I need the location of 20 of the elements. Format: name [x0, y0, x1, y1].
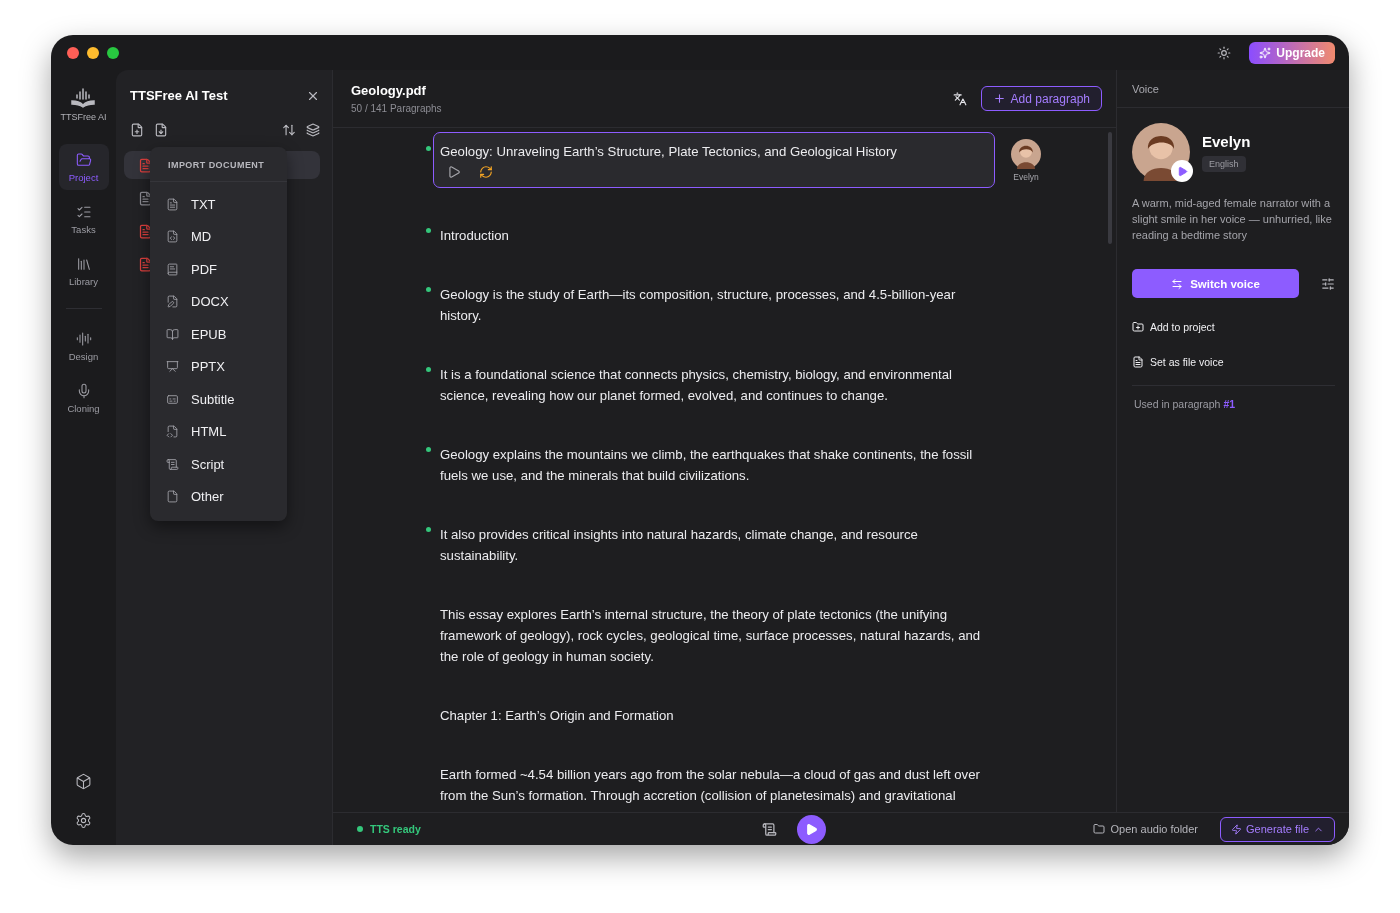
- paragraph-text: Introduction: [440, 227, 510, 245]
- menu-heading: IMPORT DOCUMENT: [150, 147, 287, 182]
- voice-name: Evelyn: [1202, 133, 1251, 150]
- paragraph-text: Chapter 1: Earth’s Origin and Formation: [440, 707, 675, 725]
- project-title: TTSFree AI Test: [130, 88, 228, 103]
- document-title: Geology.pdf: [351, 83, 427, 98]
- paragraph-text: Geology explains the mountains we climb, the earthquakes that shake continents, the fossil fuels we use, and the minerals that build civilizations.: [440, 446, 974, 485]
- paragraph-text: It is a foundational science that connects physics, chemistry, biology, and environmental science, revealing how our planet formed, evolved, and continues to change.: [440, 366, 953, 405]
- voice-name: Evelyn: [1013, 172, 1039, 182]
- paragraph-text: This essay explores Earth’s internal structure, the theory of plate tectonics (the unifying framework of geology), rock cycles, geological time, surface processes, natural hazards, and the role of geology in human society.: [440, 606, 982, 666]
- panel-heading: Voice: [1117, 70, 1349, 108]
- paragraph-text: It also provides critical insights into natural hazards, climate change, and resource sustainability.: [440, 526, 919, 565]
- paragraph-count: 50 / 141 Paragraphs: [351, 103, 442, 114]
- paragraph-text: Geology: Unraveling Earth’s Structure, Plate Tectonics, and Geological History: [440, 143, 898, 161]
- language-tag: English: [1202, 156, 1246, 172]
- logo-text: TTSFree AI: [60, 112, 107, 122]
- voice-description: A warm, mid-aged female narrator with a slight smile in her voice — unhurried, like reading a bedtime story: [1132, 196, 1333, 243]
- tts-status: TTS ready: [357, 823, 421, 835]
- usage-label: Used in paragraph: [1134, 398, 1221, 410]
- paragraph-text: Geology is the study of Earth—its composition, structure, processes, and 4.5-billion-year history.: [440, 286, 957, 325]
